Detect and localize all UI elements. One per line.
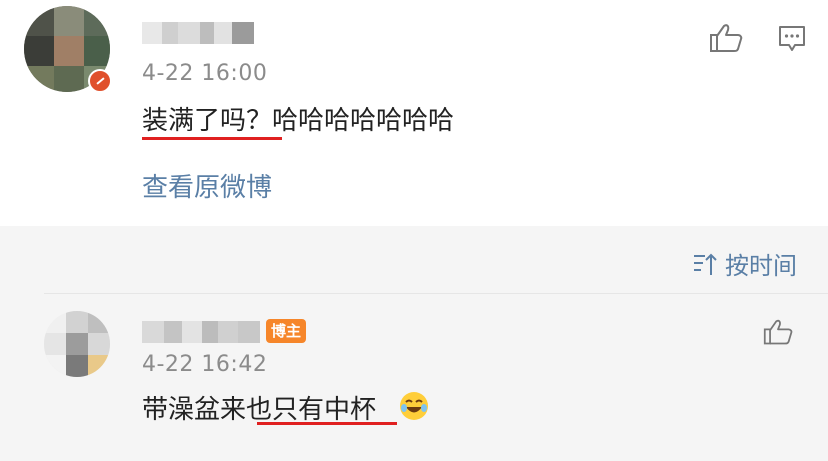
- thumbs-up-icon[interactable]: [709, 23, 743, 53]
- view-original-link[interactable]: 查看原微博: [142, 167, 272, 204]
- comment-icon[interactable]: [778, 25, 806, 53]
- comment-time: 4-22 16:00: [142, 61, 268, 86]
- sort-label: 按时间: [725, 252, 797, 280]
- reply-thumbs-up-icon[interactable]: [763, 318, 793, 346]
- reply-time: 4-22 16:42: [142, 352, 268, 377]
- sort-icon: [694, 253, 717, 275]
- reply-avatar[interactable]: [44, 311, 110, 377]
- author-tag: 博主: [266, 319, 307, 343]
- reply-author-name-obscured[interactable]: [142, 321, 260, 343]
- reply-divider: [44, 293, 828, 294]
- verified-badge-icon: [88, 69, 112, 93]
- main-comment-card: 4-22 16:00 装满了吗？哈哈哈哈哈哈哈 查看原微博: [0, 0, 828, 226]
- comment-text-underline: [142, 137, 282, 140]
- reply-text-underline: [257, 422, 397, 425]
- sort-by-time-button[interactable]: 按时间: [693, 246, 797, 281]
- laughing-tears-emoji-icon: [400, 392, 428, 420]
- reply-text: 带澡盆来也只有中杯: [142, 395, 377, 425]
- comment-text: 装满了吗？哈哈哈哈哈哈哈: [142, 106, 455, 136]
- commenter-name-obscured[interactable]: [142, 22, 254, 44]
